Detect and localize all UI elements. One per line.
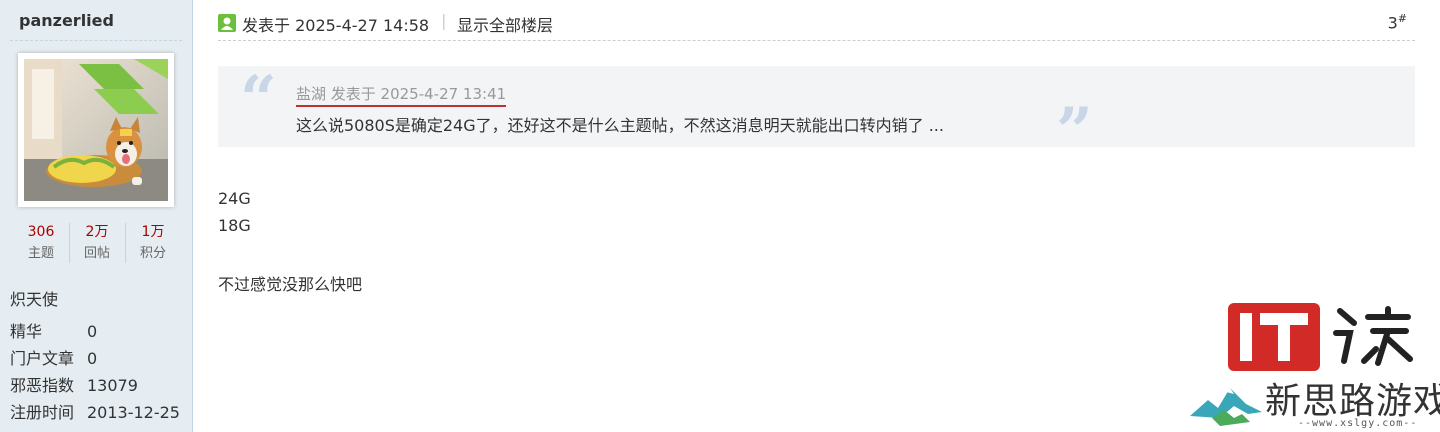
watermark-site-name: 新思路游戏 xyxy=(1265,381,1440,422)
close-quote-icon: ” xyxy=(1056,94,1093,169)
floor-number-link[interactable]: 3# xyxy=(1388,12,1407,32)
quote-block: “ 盐湖 发表于 2025-4-27 13:41 这么说5080S是确定24G了… xyxy=(218,62,1415,164)
mountain-logo-icon xyxy=(1190,388,1262,426)
quote-author-link[interactable]: 盐湖 发表于 2025-4-27 13:41 xyxy=(296,83,507,107)
stat-value: 1万 xyxy=(141,224,165,240)
stat-label: 回帖 xyxy=(83,246,110,261)
stat-topics[interactable]: 306 主题 xyxy=(13,221,69,267)
info-value: 2013-12-25 xyxy=(87,403,180,422)
online-status-icon xyxy=(218,14,236,32)
info-articles: 门户文章 0 xyxy=(10,345,97,369)
info-key: 注册时间 xyxy=(10,403,75,422)
ithome-logo xyxy=(1228,303,1413,371)
user-rank[interactable]: 炽天使 xyxy=(10,286,58,310)
post-body-line: 18G xyxy=(218,216,251,235)
info-key: 门户文章 xyxy=(10,349,75,368)
user-stats: 306 主题 2万 回帖 1万 积分 xyxy=(13,221,181,267)
open-quote-icon: “ xyxy=(240,62,277,137)
info-evil-index: 邪恶指数 13079 xyxy=(10,372,138,396)
username-link[interactable]: panzerlied xyxy=(19,11,114,30)
info-value: 13079 xyxy=(87,376,138,395)
info-key: 精华 xyxy=(10,322,43,341)
avatar-image xyxy=(24,59,168,201)
stat-value: 2万 xyxy=(85,224,109,240)
info-value: 0 xyxy=(87,349,98,368)
info-value: 0 xyxy=(87,322,98,341)
floor-suffix: # xyxy=(1397,12,1407,25)
stat-value: 306 xyxy=(27,224,55,240)
info-key: 邪恶指数 xyxy=(10,376,75,395)
stat-replies[interactable]: 2万 回帖 xyxy=(69,221,125,267)
quote-text: 这么说5080S是确定24G了，还好这不是什么主题帖，不然这消息明天就能出口转内… xyxy=(296,116,944,135)
post-body-line: 24G xyxy=(218,189,251,208)
stat-label: 主题 xyxy=(27,246,54,261)
floor-number: 3 xyxy=(1387,13,1398,33)
post-body-line: 不过感觉没那么快吧 xyxy=(218,275,363,294)
divider xyxy=(10,40,182,41)
stat-label: 积分 xyxy=(139,246,166,261)
info-digest: 精华 0 xyxy=(10,318,97,342)
show-all-floors-link[interactable]: 显示全部楼层 xyxy=(457,12,553,36)
user-sidebar: panzerlied 306 主题 2万 回帖 1万 积分 炽天使 精华 0 门… xyxy=(0,0,193,432)
avatar[interactable] xyxy=(18,53,174,207)
separator: | xyxy=(441,11,447,30)
watermark-url: --www.xslgy.com-- xyxy=(1298,418,1418,429)
post-header: 发表于 2025-4-27 14:58 | 显示全部楼层 3# xyxy=(218,8,1415,41)
post-time: 发表于 2025-4-27 14:58 xyxy=(242,16,430,35)
info-register-date: 注册时间 2013-12-25 xyxy=(10,399,180,423)
stat-points[interactable]: 1万 积分 xyxy=(125,221,181,267)
